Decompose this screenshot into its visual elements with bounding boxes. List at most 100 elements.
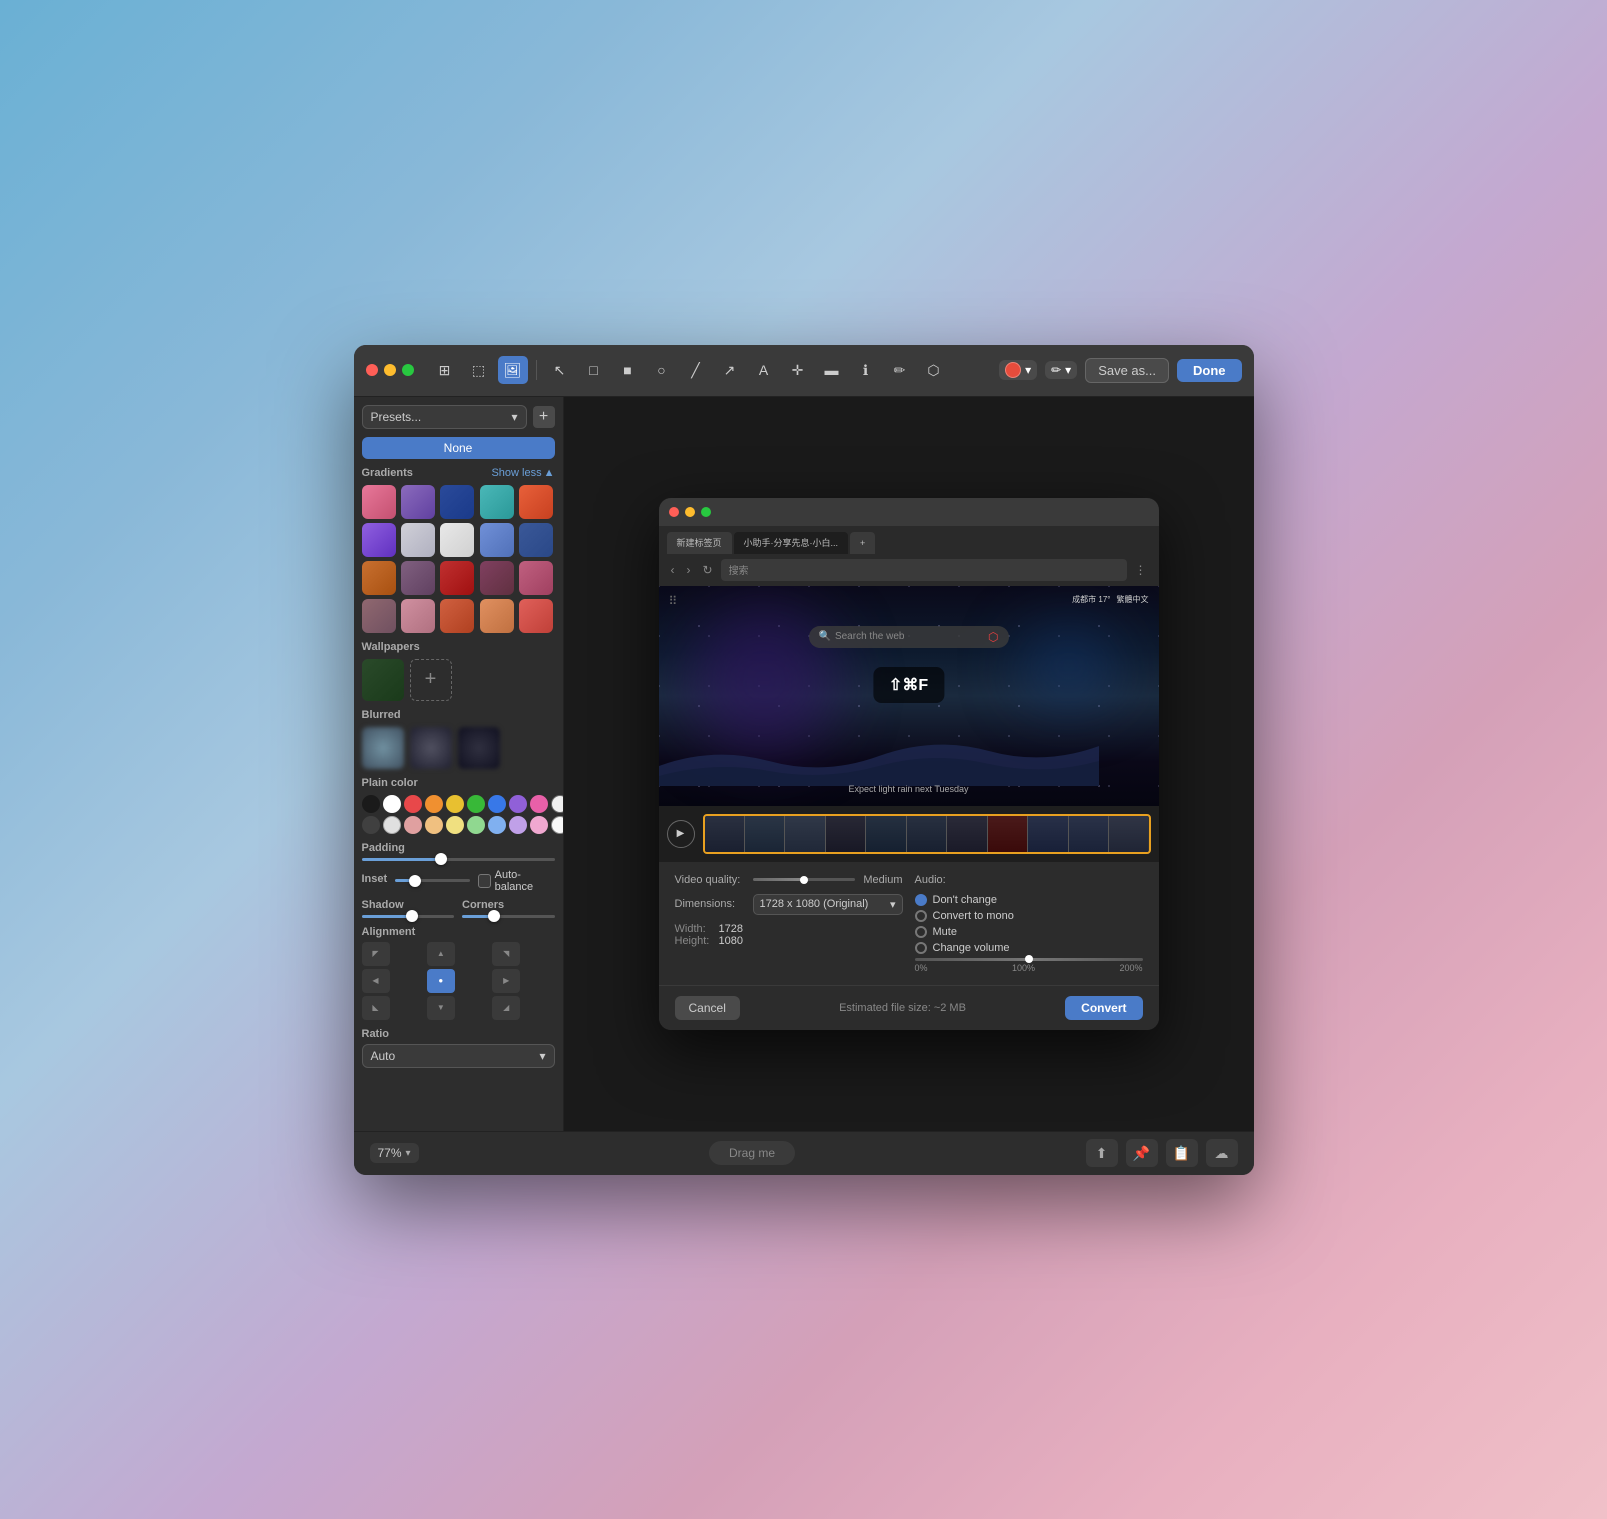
color-gray-2[interactable] (383, 816, 401, 834)
padding-slider[interactable] (362, 858, 555, 861)
browser-tab-1[interactable]: 新建标签页 (667, 532, 732, 554)
blurred-swatch-3[interactable] (458, 727, 500, 769)
align-bottom-right[interactable]: ◢ (492, 996, 520, 1020)
color-peach[interactable] (425, 816, 443, 834)
quality-thumb[interactable] (800, 876, 808, 884)
gradient-swatch-11[interactable] (362, 561, 396, 595)
pen-icon[interactable]: ✏ (885, 356, 915, 384)
shadow-slider[interactable] (362, 915, 455, 918)
radio-change-volume[interactable] (915, 942, 927, 954)
gradient-swatch-6[interactable] (362, 523, 396, 557)
crop-icon[interactable]: ⊞ (430, 356, 460, 384)
corners-thumb[interactable] (488, 910, 500, 922)
redact-icon[interactable]: ▬ (817, 356, 847, 384)
browser-minimize[interactable] (685, 507, 695, 517)
zoom-control[interactable]: 77% ▾ (370, 1143, 419, 1163)
color-picker[interactable]: ▾ (999, 360, 1037, 380)
crosshair-icon[interactable]: ✛ (783, 356, 813, 384)
browser-action-1[interactable]: ⋮ (1131, 561, 1151, 579)
align-bottom-center[interactable]: ▼ (427, 996, 455, 1020)
gradient-swatch-10[interactable] (519, 523, 553, 557)
blurred-swatch-1[interactable] (362, 727, 404, 769)
audio-option-1[interactable]: Don't change (915, 894, 1143, 906)
gradient-swatch-4[interactable] (480, 485, 514, 519)
color-rose[interactable] (530, 816, 548, 834)
color-yellow[interactable] (446, 795, 464, 813)
rect-fill-icon[interactable]: ■ (613, 356, 643, 384)
gradient-swatch-17[interactable] (401, 599, 435, 633)
done-button[interactable]: Done (1177, 359, 1242, 382)
inset-slider[interactable] (395, 879, 469, 882)
info-icon[interactable]: ℹ (851, 356, 881, 384)
color-dark-gray[interactable] (362, 816, 380, 834)
ratio-select[interactable]: Auto ▾ (362, 1044, 555, 1068)
inset-thumb[interactable] (409, 875, 421, 887)
radio-dont-change[interactable] (915, 894, 927, 906)
align-top-right[interactable]: ◥ (492, 942, 520, 966)
align-top-center[interactable]: ▲ (427, 942, 455, 966)
color-white-2[interactable] (551, 816, 564, 834)
color-yellow-light[interactable] (446, 816, 464, 834)
cancel-button[interactable]: Cancel (675, 996, 740, 1020)
corners-slider[interactable] (462, 915, 555, 918)
play-button[interactable]: ▶ (667, 820, 695, 848)
color-green[interactable] (467, 795, 485, 813)
minimize-button[interactable] (384, 364, 396, 376)
gradient-swatch-16[interactable] (362, 599, 396, 633)
refresh-button[interactable]: ↻ (699, 561, 717, 579)
gradient-swatch-8[interactable] (440, 523, 474, 557)
close-button[interactable] (366, 364, 378, 376)
convert-button[interactable]: Convert (1065, 996, 1142, 1020)
color-blue-light[interactable] (488, 816, 506, 834)
color-white[interactable] (383, 795, 401, 813)
radio-convert-mono[interactable] (915, 910, 927, 922)
color-purple[interactable] (509, 795, 527, 813)
color-light-gray[interactable] (551, 795, 564, 813)
padding-thumb[interactable] (435, 853, 447, 865)
browser-tab-2[interactable]: 小助手·分享先息·小白... (734, 532, 849, 554)
preset-add-button[interactable]: + (533, 406, 555, 428)
timeline-strip[interactable] (703, 814, 1151, 854)
volume-slider[interactable] (915, 958, 1143, 961)
audio-option-2[interactable]: Convert to mono (915, 910, 1143, 922)
save-as-button[interactable]: Save as... (1085, 358, 1169, 383)
color-green-light[interactable] (467, 816, 485, 834)
gradient-swatch-19[interactable] (480, 599, 514, 633)
text-icon[interactable]: A (749, 356, 779, 384)
presets-select[interactable]: Presets... ▾ (362, 405, 527, 429)
align-middle-left[interactable]: ◀ (362, 969, 390, 993)
gradient-swatch-1[interactable] (362, 485, 396, 519)
align-bottom-left[interactable]: ◣ (362, 996, 390, 1020)
maximize-button[interactable] (402, 364, 414, 376)
quality-slider[interactable] (753, 878, 856, 881)
browser-maximize[interactable] (701, 507, 711, 517)
pin-button[interactable]: 📌 (1126, 1139, 1158, 1167)
none-button[interactable]: None (362, 437, 555, 459)
align-center[interactable]: ● (427, 969, 455, 993)
layers-icon[interactable]: ⬡ (919, 356, 949, 384)
wallpaper-add-button[interactable]: + (410, 659, 452, 701)
line-icon[interactable]: ╱ (681, 356, 711, 384)
browser-close[interactable] (669, 507, 679, 517)
gradient-swatch-12[interactable] (401, 561, 435, 595)
shadow-thumb[interactable] (406, 910, 418, 922)
cloud-button[interactable]: ☁ (1206, 1139, 1238, 1167)
color-blue[interactable] (488, 795, 506, 813)
gradient-swatch-2[interactable] (401, 485, 435, 519)
screenshot-icon[interactable]: ⬚ (464, 356, 494, 384)
wallpaper-thumb-1[interactable] (362, 659, 404, 701)
auto-balance-checkbox[interactable]: Auto-balance (478, 869, 555, 893)
arrow-icon[interactable]: ↗ (715, 356, 745, 384)
color-black[interactable] (362, 795, 380, 813)
align-top-left[interactable]: ◤ (362, 942, 390, 966)
blurred-swatch-2[interactable] (410, 727, 452, 769)
radio-mute[interactable] (915, 926, 927, 938)
select-icon[interactable]: ↖ (545, 356, 575, 384)
pen-picker[interactable]: ✏ ▾ (1045, 361, 1077, 379)
share-button[interactable]: ⬆ (1086, 1139, 1118, 1167)
drag-me-pill[interactable]: Drag me (709, 1141, 795, 1165)
rect-icon[interactable]: □ (579, 356, 609, 384)
back-button[interactable]: ‹ (667, 561, 679, 579)
align-middle-right[interactable]: ▶ (492, 969, 520, 993)
search-bar[interactable]: 🔍 Search the web ⬡ (809, 626, 1009, 648)
